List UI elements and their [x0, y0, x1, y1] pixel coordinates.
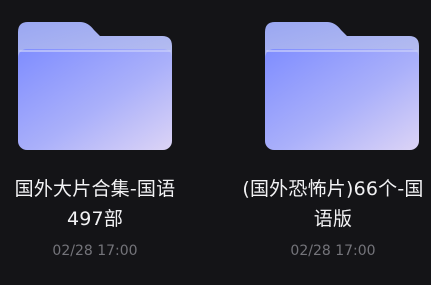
folder-item[interactable]: 国外大片合集-国语497部 02/28 17:00: [0, 0, 190, 285]
folder-date: 02/28 17:00: [290, 243, 376, 259]
folder-name: 国外大片合集-国语497部: [14, 178, 176, 230]
folder-item[interactable]: (国外恐怖片)66个-国语版 02/28 17:00: [225, 0, 423, 285]
file-grid: 国外大片合集-国语497部 02/28 17:00 (国外恐怖片)66个-国语版…: [0, 0, 431, 285]
folder-name: (国外恐怖片)66个-国语版: [242, 178, 424, 230]
folder-icon: [265, 22, 419, 150]
folder-icon: [18, 22, 172, 150]
folder-date: 02/28 17:00: [52, 243, 138, 259]
